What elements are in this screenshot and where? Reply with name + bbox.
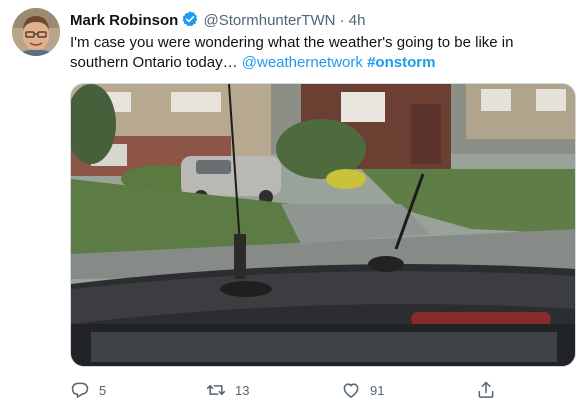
media-image	[71, 84, 575, 366]
reply-button[interactable]: 5	[70, 378, 106, 402]
timestamp[interactable]: 4h	[349, 12, 366, 29]
share-icon	[476, 380, 496, 400]
avatar[interactable]	[12, 8, 60, 56]
avatar-image	[12, 8, 60, 56]
like-button[interactable]: 91	[341, 378, 384, 402]
tweet[interactable]: Mark Robinson @StormhunterTWN · 4h I'm c…	[0, 0, 584, 406]
retweet-count: 13	[235, 382, 250, 398]
tweet-header: Mark Robinson @StormhunterTWN · 4h	[70, 10, 365, 34]
verified-badge-icon	[181, 10, 199, 34]
tweet-text: I'm case you were wondering what the wea…	[70, 33, 570, 73]
heart-icon	[341, 380, 361, 400]
mention-link[interactable]: @weathernetwork	[242, 54, 363, 71]
tweet-media-video[interactable]	[70, 83, 576, 367]
reply-count: 5	[99, 382, 107, 398]
share-button[interactable]	[476, 378, 496, 402]
hashtag-link[interactable]: #onstorm	[367, 54, 435, 71]
reply-icon	[70, 380, 90, 400]
like-count: 91	[370, 382, 385, 398]
retweet-button[interactable]: 13	[206, 378, 249, 402]
tweet-actions: 5 13 91	[70, 378, 570, 402]
separator-dot: ·	[339, 12, 345, 29]
author-handle[interactable]: @StormhunterTWN	[204, 12, 336, 29]
author-name[interactable]: Mark Robinson	[70, 12, 178, 29]
retweet-icon	[206, 380, 226, 400]
